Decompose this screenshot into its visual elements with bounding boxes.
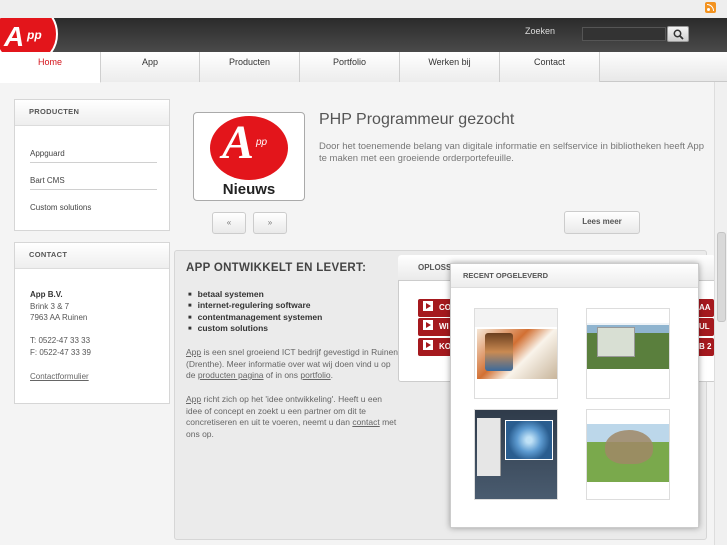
contact-panel: CONTACT App B.V. Brink 3 & 7 7963 AA Rui…: [14, 242, 170, 404]
sidebar-item-custom-solutions[interactable]: Custom solutions: [30, 203, 91, 212]
producten-title: PRODUCTEN: [15, 100, 169, 126]
tab-portfolio[interactable]: Portfolio: [300, 52, 400, 82]
play-icon: [423, 320, 433, 330]
app-logo[interactable]: A pp: [0, 18, 58, 52]
news-text: Door het toenemende belang van digitale …: [319, 141, 705, 164]
divider: [30, 162, 157, 163]
solution-button-right-3[interactable]: B 2: [697, 338, 714, 356]
intro-text-3: .: [330, 370, 334, 380]
list-item: contentmanagement systemen: [188, 312, 323, 322]
intro-paragraph: App is een snel groeiend ICT bedrijf gev…: [186, 347, 400, 382]
news-title[interactable]: PHP Programmeur gezocht: [319, 111, 514, 129]
list-item: internet-regulering software: [188, 300, 311, 310]
idea-paragraph: App richt zich op het 'idee ontwikkeling…: [186, 394, 400, 440]
tab-contact[interactable]: Contact: [500, 52, 600, 82]
solution-button-right-1[interactable]: AA: [697, 299, 714, 317]
prev-button[interactable]: «: [212, 212, 246, 234]
tab-producten[interactable]: Producten: [200, 52, 300, 82]
scrollbar-thumb[interactable]: [717, 232, 726, 322]
recent-title: RECENT OPGELEVERD: [451, 264, 698, 288]
search-icon: [673, 29, 684, 40]
portfolio-thumbnail[interactable]: [586, 409, 670, 500]
divider: [30, 189, 157, 190]
portfolio-thumbnail[interactable]: [474, 409, 558, 500]
search-button[interactable]: [667, 26, 689, 42]
search-label: Zoeken: [525, 26, 556, 36]
news-image[interactable]: A pp Nieuws: [193, 112, 305, 201]
logo-letter: A: [4, 21, 25, 52]
next-button[interactable]: »: [253, 212, 287, 234]
search-input[interactable]: [582, 27, 666, 41]
contact-link[interactable]: contact: [352, 417, 379, 427]
portfolio-thumbnail[interactable]: [474, 308, 558, 399]
list-item: custom solutions: [188, 323, 268, 333]
solution-button-right-2[interactable]: UL: [697, 318, 714, 336]
fax: F: 0522-47 33 39: [30, 348, 91, 357]
phone: T: 0522-47 33 33: [30, 336, 91, 345]
scrollbar[interactable]: [714, 82, 727, 545]
contact-title: CONTACT: [15, 243, 169, 269]
contact-form-link[interactable]: Contactformulier: [30, 372, 89, 381]
sidebar-item-bart-cms[interactable]: Bart CMS: [30, 176, 65, 185]
company-name: App B.V.: [30, 290, 63, 299]
app-link[interactable]: App: [186, 394, 201, 404]
play-icon: [423, 340, 433, 350]
producten-panel: PRODUCTEN Appguard Bart CMS Custom solut…: [14, 99, 170, 231]
rss-icon[interactable]: [705, 2, 716, 13]
solution-button-label: WI: [439, 322, 449, 331]
app-link[interactable]: App: [186, 347, 201, 357]
portfolio-link[interactable]: portfolio: [300, 370, 330, 380]
main-nav: Home App Producten Portfolio Werken bij …: [0, 52, 727, 83]
news-image-caption: Nieuws: [222, 181, 276, 198]
news-logo-text: pp: [256, 137, 268, 148]
tab-home[interactable]: Home: [0, 52, 101, 83]
news-logo-letter: A: [222, 116, 255, 169]
tab-werken-bij[interactable]: Werken bij: [400, 52, 500, 82]
address-city: 7963 AA Ruinen: [30, 313, 88, 322]
play-icon: [423, 301, 433, 311]
list-item: betaal systemen: [188, 289, 264, 299]
recent-popup: RECENT OPGELEVERD: [450, 263, 699, 528]
top-strip: [0, 0, 727, 18]
main-title: APP ONTWIKKELT EN LEVERT:: [186, 262, 367, 274]
portfolio-thumbnail[interactable]: [586, 308, 670, 399]
tab-app[interactable]: App: [101, 52, 200, 82]
logo-text: pp: [27, 28, 42, 42]
read-more-button[interactable]: Lees meer: [564, 211, 640, 234]
producten-link[interactable]: producten pagina: [198, 370, 264, 380]
sidebar-item-appguard[interactable]: Appguard: [30, 149, 65, 158]
intro-text-2: of in ons: [263, 370, 301, 380]
address-street: Brink 3 & 7: [30, 302, 70, 311]
